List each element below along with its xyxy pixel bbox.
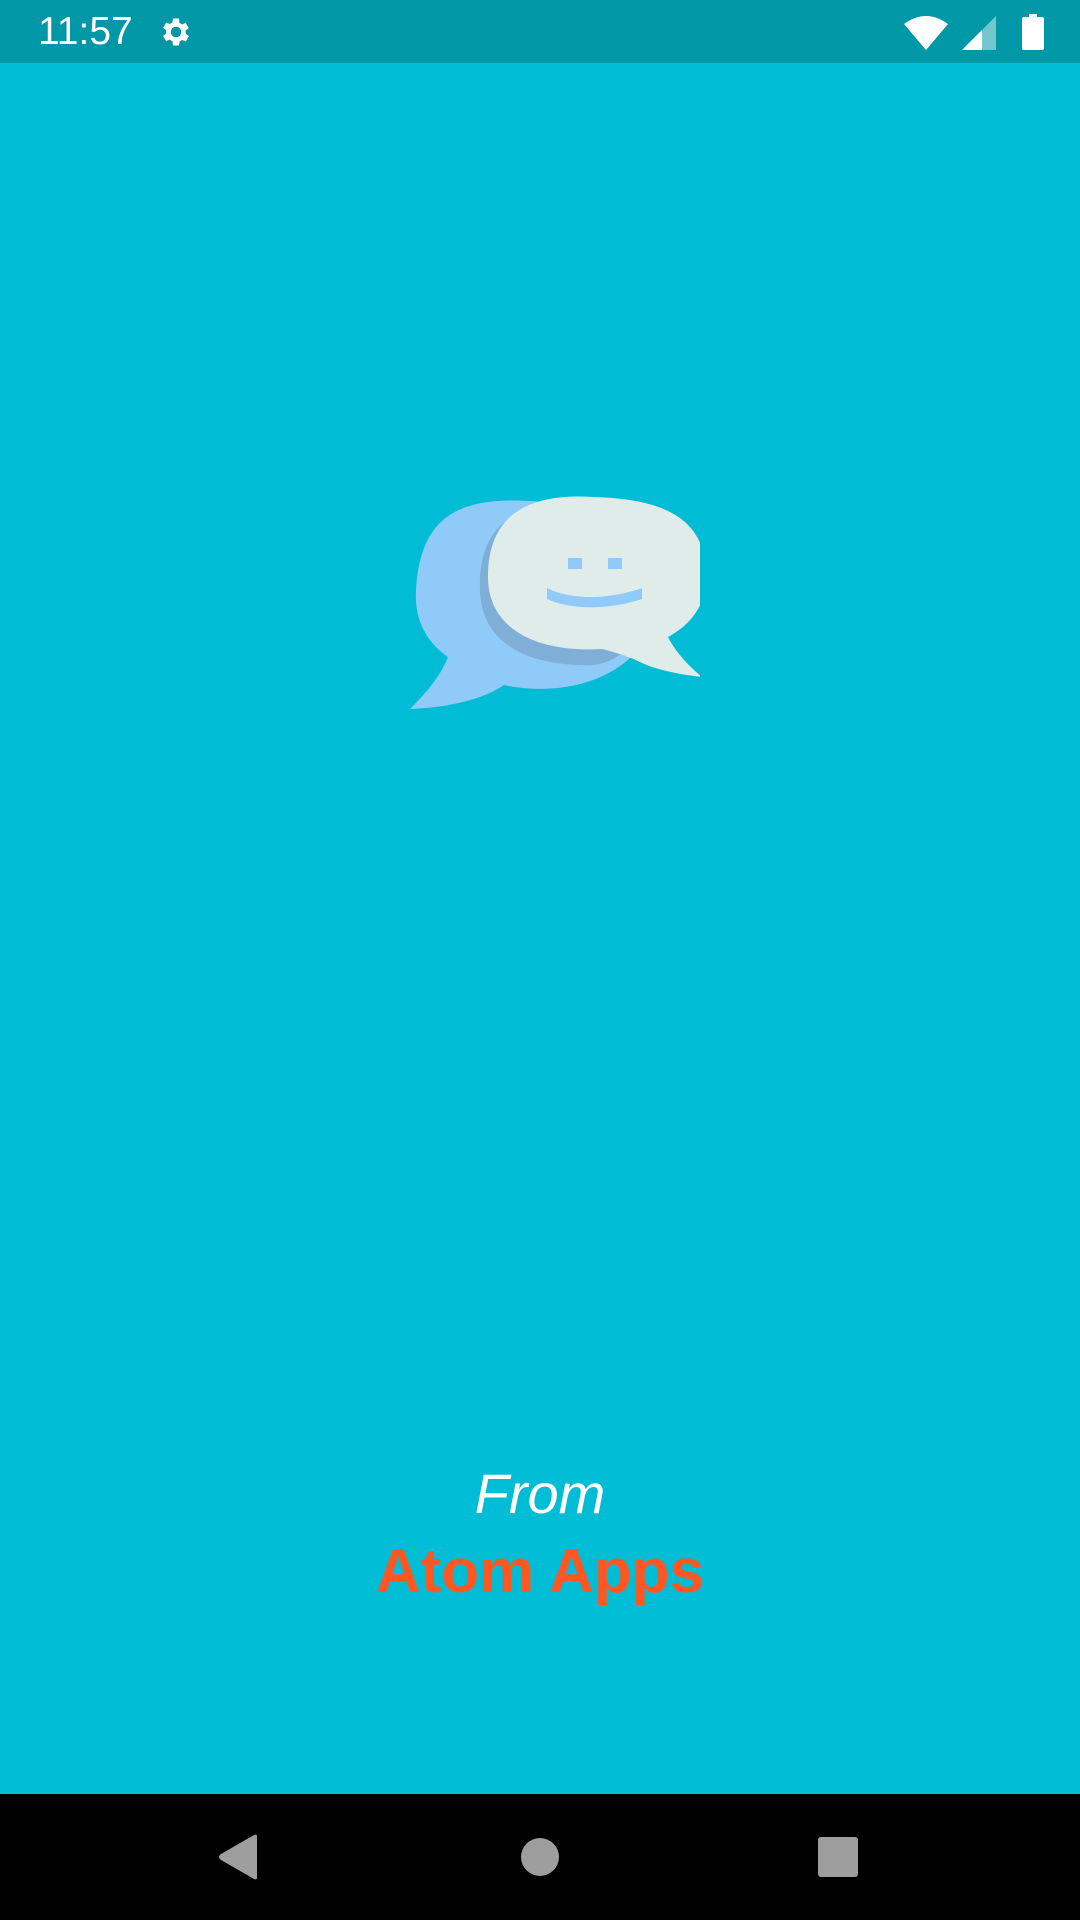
recents-button[interactable] — [803, 1822, 873, 1892]
signal-icon — [962, 16, 996, 50]
recents-icon — [818, 1837, 858, 1877]
wifi-icon — [904, 16, 948, 50]
chat-bubbles-smiley-icon — [410, 496, 700, 709]
gear-icon — [163, 18, 189, 46]
battery-icon — [1022, 14, 1044, 50]
status-bar: 11:57 — [0, 0, 1080, 63]
status-time: 11:57 — [38, 10, 133, 53]
home-button[interactable] — [505, 1822, 575, 1892]
navigation-bar — [0, 1794, 1080, 1920]
splash-screen: 11:57 From Atom Apps — [0, 0, 1080, 1920]
home-icon — [521, 1838, 559, 1876]
from-label: From — [474, 1462, 606, 1525]
back-button[interactable] — [204, 1822, 274, 1892]
brand-name: Atom Apps — [375, 1537, 705, 1606]
back-icon — [219, 1834, 257, 1880]
